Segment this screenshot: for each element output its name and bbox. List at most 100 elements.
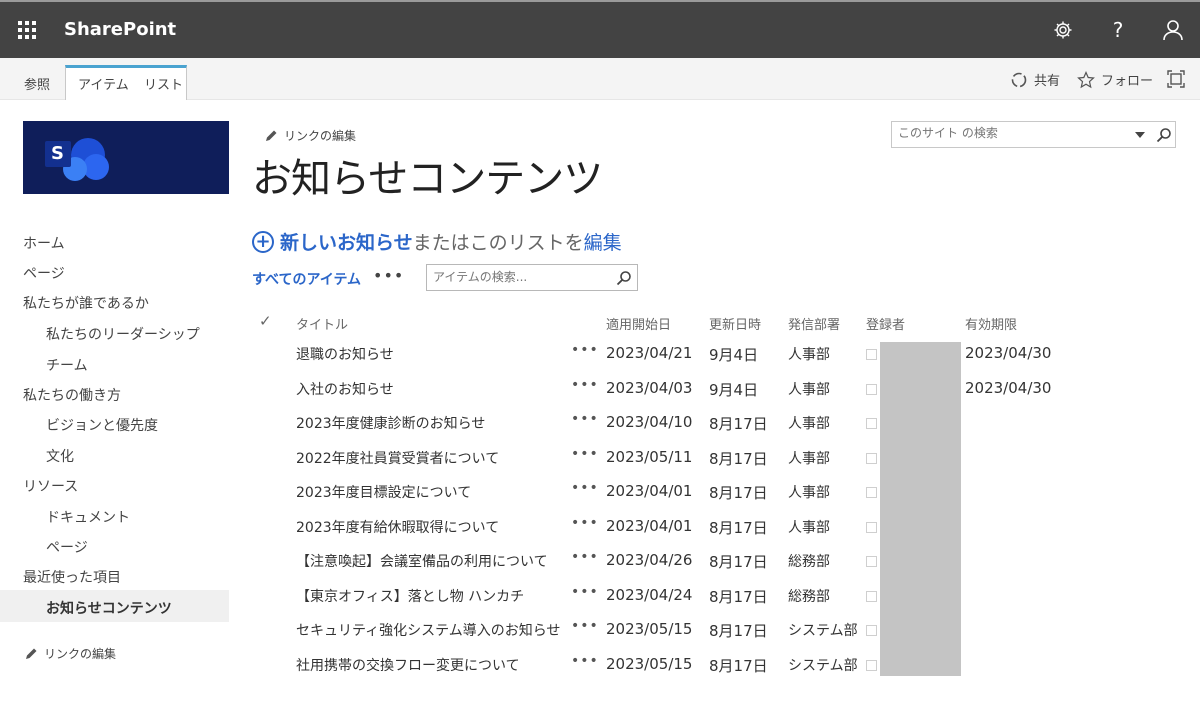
row-registrant-checkbox[interactable]: [866, 349, 877, 360]
table-row[interactable]: 2023年度目標設定について ••• 2023/04/01 8月17日 人事部: [0, 480, 1200, 517]
row-department: 人事部: [788, 485, 830, 501]
row-modified: 8月17日: [709, 415, 768, 433]
follow-label: フォロー: [1101, 74, 1154, 89]
row-title[interactable]: 【東京オフィス】落とし物 ハンカチ: [296, 586, 524, 606]
row-registrant-checkbox[interactable]: [866, 625, 877, 636]
focus-content-button[interactable]: [1167, 70, 1185, 88]
row-registrant-checkbox[interactable]: [866, 556, 877, 567]
row-more-button[interactable]: •••: [571, 446, 599, 462]
nav-pages[interactable]: ページ: [23, 263, 65, 283]
app-brand[interactable]: SharePoint: [64, 19, 176, 40]
table-row[interactable]: 【注意喚起】会議室備品の利用について ••• 2023/04/26 8月17日 総務部: [0, 549, 1200, 586]
help-icon[interactable]: ?: [1104, 16, 1132, 44]
row-more-button[interactable]: •••: [571, 584, 599, 600]
row-department: 総務部: [788, 588, 830, 605]
row-more-button[interactable]: •••: [571, 515, 599, 531]
help-glyph: ?: [1112, 18, 1124, 42]
column-header-expiry[interactable]: 有効期限: [965, 314, 1017, 333]
tab-list[interactable]: リスト: [144, 74, 183, 93]
row-registrant-checkbox[interactable]: [866, 487, 877, 498]
top-edit-links-label: リンクの編集: [284, 129, 357, 143]
nav-who-we-are[interactable]: 私たちが誰であるか: [23, 293, 149, 313]
site-logo[interactable]: S: [23, 121, 229, 194]
nav-leadership[interactable]: 私たちのリーダーシップ: [46, 324, 200, 344]
row-more-button[interactable]: •••: [571, 342, 599, 358]
table-row[interactable]: 入社のお知らせ ••• 2023/04/03 9月4日 人事部 2023/04/30: [0, 377, 1200, 414]
top-edit-links[interactable]: リンクの編集: [265, 127, 356, 144]
row-more-button[interactable]: •••: [571, 618, 599, 634]
column-header-modified[interactable]: 更新日時: [709, 314, 761, 333]
site-search-box[interactable]: [891, 121, 1176, 148]
table-row[interactable]: セキュリティ強化システム導入のお知らせ ••• 2023/05/15 8月17日 システ…: [0, 618, 1200, 655]
nav-home[interactable]: ホーム: [23, 233, 65, 253]
row-more-button[interactable]: •••: [571, 377, 599, 393]
follow-button[interactable]: フォロー: [1077, 70, 1153, 89]
dropdown-arrow-icon[interactable]: [1135, 132, 1145, 139]
row-title[interactable]: 2023年度目標設定について: [296, 482, 471, 502]
row-department: 総務部: [788, 554, 830, 570]
search-icon[interactable]: [1156, 127, 1172, 143]
row-modified: 8月17日: [709, 656, 768, 675]
view-all-items[interactable]: すべてのアイテム: [252, 269, 361, 289]
row-start-date: 2023/04/26: [606, 551, 693, 569]
select-all-check-icon[interactable]: ✓: [259, 312, 272, 330]
table-row[interactable]: 2022年度社員賞受賞者について ••• 2023/05/11 8月17日 人事部: [0, 446, 1200, 483]
site-logo-letter: S: [51, 143, 64, 164]
row-registrant-checkbox[interactable]: [866, 521, 877, 533]
row-title[interactable]: 入社のお知らせ: [296, 379, 394, 399]
edit-list-link[interactable]: 編集: [584, 228, 622, 255]
row-modified: 9月4日: [709, 380, 759, 399]
row-title[interactable]: 退職のお知らせ: [296, 344, 394, 364]
row-registrant-checkbox[interactable]: [866, 383, 877, 395]
site-search-input[interactable]: [898, 126, 1128, 140]
row-title[interactable]: 【注意喚起】会議室備品の利用について: [296, 551, 548, 571]
row-more-button[interactable]: •••: [571, 549, 599, 565]
row-title[interactable]: 2023年度健康診断のお知らせ: [296, 413, 485, 433]
row-registrant-checkbox[interactable]: [866, 590, 877, 602]
row-expiry: 2023/04/30: [965, 344, 1052, 362]
search-icon[interactable]: [616, 270, 632, 286]
column-header-department[interactable]: 発信部署: [788, 314, 840, 333]
table-row[interactable]: 退職のお知らせ ••• 2023/04/21 9月4日 人事部 2023/04/30: [0, 342, 1200, 379]
waffle-icon[interactable]: [18, 21, 36, 39]
row-department: システム部: [788, 657, 858, 674]
row-modified: 8月17日: [709, 587, 768, 606]
tab-browse[interactable]: 参照: [24, 74, 50, 93]
table-row[interactable]: 2023年度有給休暇取得について ••• 2023/04/01 8月17日 人事部: [0, 515, 1200, 552]
table-row[interactable]: 【東京オフィス】落とし物 ハンカチ ••• 2023/04/24 8月17日 総務部: [0, 584, 1200, 621]
column-header-start-date[interactable]: 適用開始日: [606, 314, 671, 333]
share-label: 共有: [1034, 74, 1061, 89]
new-item-line: + 新しいお知らせ またはこのリストを 編集: [252, 228, 622, 255]
row-registrant-checkbox[interactable]: [866, 659, 877, 671]
share-button[interactable]: 共有: [1010, 70, 1060, 89]
row-title[interactable]: 2022年度社員賞受賞者について: [296, 448, 499, 468]
item-search-box[interactable]: [426, 264, 638, 291]
suite-bar: SharePoint ?: [0, 0, 1200, 58]
tab-items[interactable]: アイテム: [78, 74, 129, 93]
gear-icon[interactable]: [1049, 16, 1077, 44]
column-header-title[interactable]: タイトル: [296, 314, 348, 333]
page-title: お知らせコンテンツ: [252, 156, 603, 202]
column-header-registrant[interactable]: 登録者: [866, 314, 905, 333]
item-search-input[interactable]: [433, 270, 603, 284]
view-more-button[interactable]: •••: [373, 266, 404, 285]
user-icon[interactable]: [1159, 16, 1187, 44]
share-icon: [1011, 72, 1027, 87]
row-modified: 8月17日: [709, 518, 768, 537]
row-start-date: 2023/05/11: [606, 447, 693, 466]
row-start-date: 2023/04/01: [606, 516, 693, 535]
table-row[interactable]: 2023年度健康診断のお知らせ ••• 2023/04/10 8月17日 人事部: [0, 411, 1200, 448]
row-more-button[interactable]: •••: [571, 653, 599, 669]
new-announcement-link[interactable]: 新しいお知らせ: [280, 228, 413, 255]
table-row[interactable]: 社用携帯の交換フロー変更について ••• 2023/05/15 8月17日 システム部: [0, 653, 1200, 690]
row-modified: 8月17日: [709, 622, 768, 640]
row-title[interactable]: 社用携帯の交換フロー変更について: [296, 655, 520, 675]
row-registrant-checkbox[interactable]: [866, 418, 877, 429]
plus-circle-icon[interactable]: +: [252, 230, 274, 253]
row-more-button[interactable]: •••: [571, 411, 599, 427]
row-more-button[interactable]: •••: [571, 480, 599, 496]
row-title[interactable]: 2023年度有給休暇取得について: [296, 517, 499, 537]
row-registrant-checkbox[interactable]: [866, 452, 877, 464]
row-title[interactable]: セキュリティ強化システム導入のお知らせ: [296, 620, 560, 640]
redacted-registrant-column: [880, 342, 961, 676]
